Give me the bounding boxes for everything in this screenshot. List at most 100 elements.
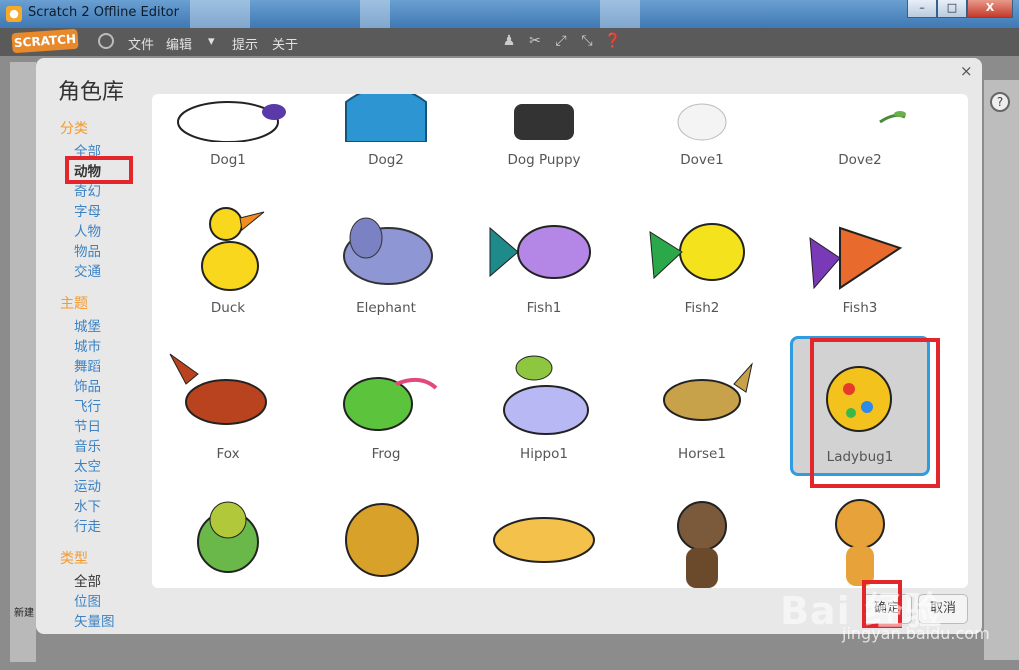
minimize-button[interactable]: –	[907, 0, 937, 18]
title-decoration	[360, 0, 390, 28]
block-help-icon[interactable]: ❓	[604, 32, 622, 50]
sprite-tile[interactable]	[158, 482, 298, 588]
theme-castle[interactable]: 城堡	[74, 315, 101, 335]
category-things[interactable]: 物品	[74, 240, 101, 260]
menu-hide-arrow: ▾	[208, 34, 215, 49]
menu-bar: SCRATCH 文件 编辑 ▾ 提示 关于 ♟ ✂ ⤢ ⤡ ❓	[0, 28, 1019, 56]
sprite-label: Dove1	[680, 152, 724, 168]
highlight-box	[810, 338, 940, 488]
category-transportation[interactable]: 交通	[74, 260, 101, 280]
lion-thumbnail	[345, 503, 419, 577]
grow-icon[interactable]: ⤢	[552, 32, 570, 50]
sprite-tile-dove2[interactable]: Dove2	[790, 94, 930, 174]
theme-sports[interactable]: 运动	[74, 475, 101, 495]
dove2-thumbnail	[879, 111, 906, 124]
cut-scissors-icon[interactable]: ✂	[526, 32, 544, 50]
theme-music[interactable]: 音乐	[74, 435, 101, 455]
sprite-label: Fox	[216, 446, 240, 462]
fish2-thumbnail	[649, 223, 745, 281]
window-controls: – □ X	[907, 0, 1013, 18]
sprite-tile-fish1[interactable]: Fish1	[474, 190, 614, 330]
sprite-label: Fish3	[842, 300, 878, 316]
monkey-thumbnail	[677, 501, 727, 588]
spider-thumbnail	[197, 501, 259, 573]
window-title: Scratch 2 Offline Editor	[28, 5, 179, 20]
hippo1-thumbnail	[503, 355, 589, 435]
highlight-box	[65, 156, 133, 184]
sprite-tile-horse1[interactable]: Horse1	[632, 336, 772, 476]
sprite-label: Duck	[210, 300, 246, 316]
theme-dress-up[interactable]: 饰品	[74, 375, 101, 395]
sprite-tile-elephant[interactable]: Elephant	[316, 190, 456, 330]
sprite-tile[interactable]	[790, 482, 930, 588]
scratch-logo: SCRATCH	[11, 28, 79, 54]
sprite-label: Fish1	[526, 300, 562, 316]
theme-dance[interactable]: 舞蹈	[74, 355, 101, 375]
dialog-title: 角色库	[58, 80, 125, 105]
theme-city[interactable]: 城市	[74, 335, 101, 355]
sprite-tile[interactable]	[474, 482, 614, 588]
stage-panel-edge	[10, 62, 36, 662]
monkey2-thumbnail	[835, 499, 885, 586]
scratch-cat-icon: ●	[6, 6, 22, 22]
dog1-thumbnail	[177, 101, 286, 142]
sprite-tile-dog-puppy[interactable]: Dog Puppy	[474, 94, 614, 174]
sprite-label: Dog Puppy	[507, 152, 581, 168]
menu-edit[interactable]: 编辑	[166, 34, 192, 53]
theme-space[interactable]: 太空	[74, 455, 101, 475]
fox-thumbnail	[169, 353, 267, 425]
title-decoration	[190, 0, 250, 28]
new-sprite-label: 新建	[14, 608, 34, 619]
sprite-label: Dog1	[210, 152, 246, 168]
menu-file[interactable]: 文件	[128, 34, 154, 53]
type-heading: 类型	[60, 551, 88, 567]
sprite-tile[interactable]	[632, 482, 772, 588]
menu-about[interactable]: 关于	[272, 34, 298, 53]
category-people[interactable]: 人物	[74, 220, 101, 240]
sprite-library-dialog: 角色库 × 分类 全部 动物 奇幻 字母 人物 物品 交通 主题 城堡 城市 舞…	[36, 58, 982, 634]
sprite-tile[interactable]	[316, 482, 456, 588]
dog-puppy-thumbnail	[514, 104, 574, 140]
sprite-tile-dove1[interactable]: Dove1	[632, 94, 772, 174]
sprite-tile-hippo1[interactable]: Hippo1	[474, 336, 614, 476]
sprite-label: Elephant	[356, 300, 416, 316]
sprite-tile-fish2[interactable]: Fish2	[632, 190, 772, 330]
fish3-thumbnail	[809, 226, 903, 290]
title-decoration	[600, 0, 640, 28]
theme-flying[interactable]: 飞行	[74, 395, 101, 415]
theme-holiday[interactable]: 节日	[74, 415, 101, 435]
sprite-label: Hippo1	[520, 446, 568, 462]
sprite-tile-dog2[interactable]: Dog2	[316, 94, 456, 174]
close-window-button[interactable]: X	[967, 0, 1013, 18]
globe-icon[interactable]	[98, 33, 114, 49]
type-all[interactable]: 全部	[74, 570, 101, 590]
duplicate-stamp-icon[interactable]: ♟	[500, 32, 518, 50]
theme-heading: 主题	[60, 296, 88, 312]
close-icon[interactable]: ×	[960, 62, 973, 80]
scripts-panel-edge	[984, 80, 1019, 660]
frog-thumbnail	[343, 377, 438, 431]
theme-walking[interactable]: 行走	[74, 515, 101, 535]
type-vector[interactable]: 矢量图	[74, 610, 115, 630]
type-bitmap[interactable]: 位图	[74, 590, 101, 610]
sprite-label: Frog	[371, 446, 401, 462]
elephant-thumbnail	[343, 217, 433, 285]
sprite-tile-fox[interactable]: Fox	[158, 336, 298, 476]
sprite-label: Fish2	[684, 300, 720, 316]
sprite-label: Dog2	[368, 152, 404, 168]
menu-tips[interactable]: 提示	[232, 34, 258, 53]
sprite-label: Dove2	[838, 152, 882, 168]
sprite-tile-duck[interactable]: Duck	[158, 190, 298, 330]
shrink-icon[interactable]: ⤡	[578, 32, 596, 50]
horse1-thumbnail	[663, 362, 753, 421]
sprite-tile-fish3[interactable]: Fish3	[790, 190, 930, 330]
watermark-url: jingyan.baidu.com	[842, 624, 990, 643]
category-heading: 分类	[60, 121, 88, 137]
sprite-tile-frog[interactable]: Frog	[316, 336, 456, 476]
theme-underwater[interactable]: 水下	[74, 495, 101, 515]
help-icon[interactable]: ?	[990, 92, 1010, 112]
maximize-button[interactable]: □	[937, 0, 967, 18]
fish1-thumbnail	[489, 225, 591, 279]
sprite-tile-dog1[interactable]: Dog1	[158, 94, 298, 174]
category-letters[interactable]: 字母	[74, 200, 101, 220]
